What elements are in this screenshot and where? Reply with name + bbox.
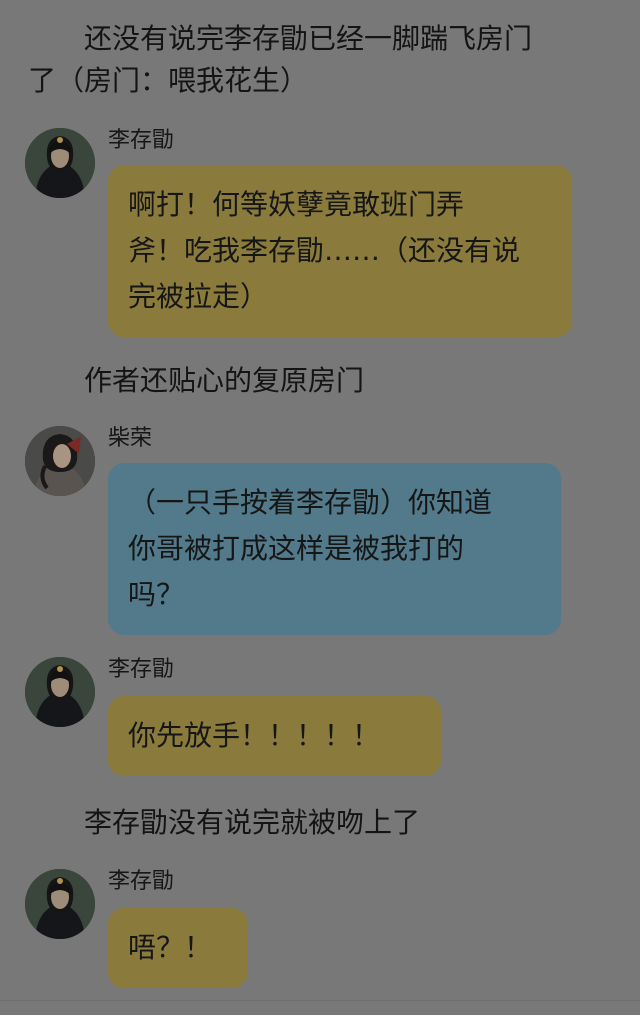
message-bubble[interactable]: 你先放手！！！！！ (108, 696, 441, 776)
message-line: 啊打！何等妖孽竟敢班门弄 (128, 188, 465, 221)
character-portrait-icon (25, 657, 95, 727)
message-bubble[interactable]: （一只手按着李存勖）你知道 你哥被打成这样是被我打的 吗？ (108, 463, 561, 635)
avatar[interactable] (25, 128, 95, 198)
character-portrait-icon (25, 128, 95, 198)
avatar[interactable] (25, 657, 95, 727)
sender-name: 柴荣 (108, 426, 153, 451)
narration-line: 作者还贴心的复原房门 (28, 364, 365, 397)
narration-text: 还没有说完李存勖已经一脚踹飞房门 了（房门：喂我花生） (28, 18, 532, 102)
sender-name: 李存勖 (108, 657, 175, 682)
message-line: 吗？ (128, 578, 185, 611)
narration-text: 作者还贴心的复原房门 (28, 360, 364, 402)
narration-text: 李存勖没有说完就被吻上了 (28, 802, 420, 844)
message-line: 斧！吃我李存勖……（还没有说 (128, 234, 521, 267)
message-line: 你先放手！！！！！ (128, 719, 381, 752)
message-bubble[interactable]: 唔？！ (108, 908, 248, 988)
message-bubble[interactable]: 啊打！何等妖孽竟敢班门弄 斧！吃我李存勖……（还没有说 完被拉走） (108, 165, 572, 337)
narration-line: 李存勖没有说完就被吻上了 (28, 806, 421, 839)
message-line: 完被拉走） (128, 280, 269, 313)
divider (0, 1000, 640, 1001)
sender-name: 李存勖 (108, 869, 175, 894)
sender-name: 李存勖 (108, 128, 175, 153)
character-portrait-icon (25, 869, 95, 939)
avatar[interactable] (25, 869, 95, 939)
message-line: 唔？！ (128, 931, 213, 964)
message-line: 你哥被打成这样是被我打的 (128, 532, 465, 565)
avatar[interactable] (25, 426, 95, 496)
character-portrait-icon (25, 426, 95, 496)
message-line: （一只手按着李存勖）你知道 (128, 486, 493, 519)
narration-line: 还没有说完李存勖已经一脚踹飞房门 (28, 22, 533, 55)
narration-line: 了（房门：喂我花生） (28, 64, 309, 97)
